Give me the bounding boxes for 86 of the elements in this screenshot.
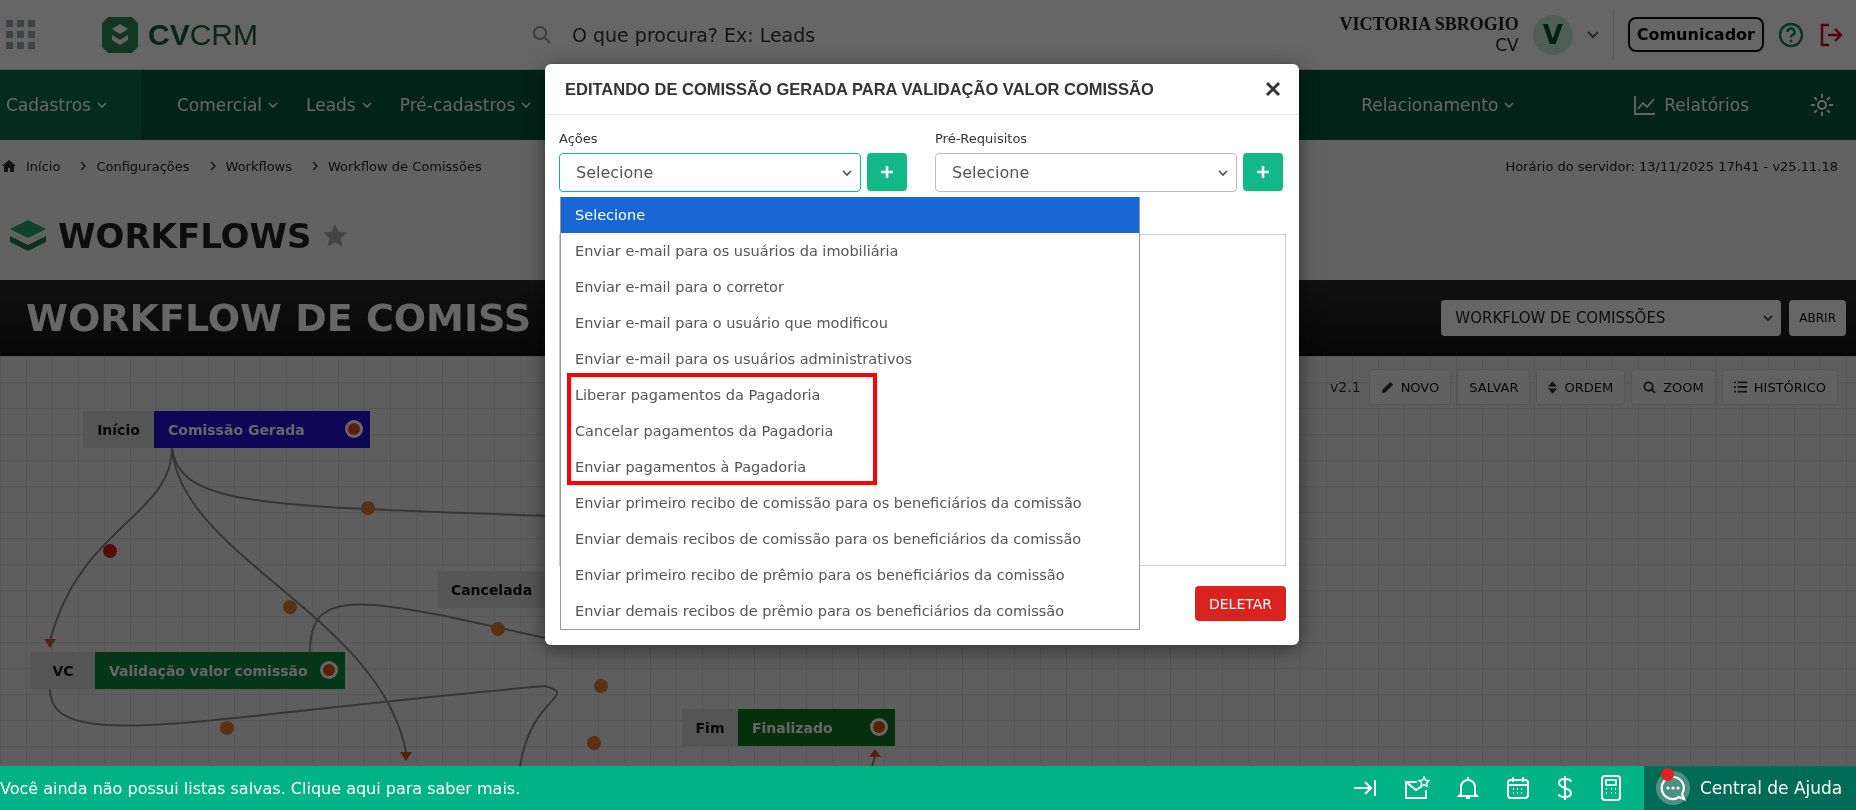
mail-star-icon[interactable] (1404, 776, 1430, 800)
breadcrumb-link[interactable]: Início (26, 158, 61, 174)
line-chart-icon (1634, 95, 1657, 115)
calculator-icon[interactable] (1600, 775, 1622, 801)
collapse-icon[interactable] (1353, 778, 1377, 798)
search-icon (1643, 380, 1657, 394)
user-name: VICTORIA SBROGIO (1339, 14, 1519, 35)
chevron-down-icon (1218, 169, 1228, 176)
close-icon (1265, 81, 1281, 97)
connector (869, 749, 881, 766)
delete-button[interactable]: DELETAR (1194, 586, 1286, 621)
search-field[interactable]: O que procura? Ex: Leads (570, 22, 1094, 47)
help-icon[interactable] (1778, 21, 1804, 48)
breadcrumb-link[interactable]: Configurações (96, 158, 190, 174)
calendar-icon[interactable] (1506, 776, 1530, 800)
add-button[interactable] (867, 153, 907, 191)
dropdown-option[interactable]: Enviar e-mail para os usuários da imobiliária (561, 233, 1139, 269)
nav-menu-item[interactable]: Comercial (162, 70, 293, 140)
add-button[interactable] (1243, 153, 1283, 191)
chevron-down-icon (521, 102, 532, 108)
nav-menu-item[interactable]: Pré-cadastros (385, 70, 546, 140)
chevron-down-icon (1763, 315, 1774, 321)
chevron-down-icon[interactable] (1586, 30, 1599, 39)
user-role: CV (1495, 35, 1519, 55)
dropdown-option[interactable]: Enviar e-mail para o usuário que modificou (561, 305, 1139, 341)
toolbar-button[interactable]: HISTÓRICO (1721, 369, 1838, 405)
nav-menu-item[interactable]: Cadastros (0, 70, 141, 140)
dropdown-option[interactable]: Enviar e-mail para o corretor (561, 269, 1139, 305)
workflow-node[interactable]: Cancelada (438, 571, 545, 608)
toolbar-button[interactable]: SALVAR (1457, 369, 1531, 405)
sort-icon (1548, 380, 1558, 394)
dropdown-option[interactable]: Cancelar pagamentos da Pagadoria (561, 413, 1139, 449)
logo-text: CVCRM (148, 17, 258, 52)
home-icon (2, 160, 16, 172)
version-label: v2.1 (1330, 379, 1361, 395)
actions-select[interactable]: Selecione (559, 153, 861, 192)
settings-icon[interactable] (1810, 93, 1834, 117)
dropdown-option[interactable]: Enviar primeiro recibo de comissão para os beneficiários da comissão (561, 485, 1139, 521)
list-icon (1733, 381, 1747, 393)
workflow-icon (8, 218, 48, 254)
toolbar-button[interactable]: ZOOM (1631, 369, 1716, 405)
open-button[interactable]: ABRIR (1789, 300, 1846, 336)
logout-icon[interactable] (1818, 21, 1844, 48)
chevron-down-icon (842, 169, 852, 176)
modal-title: EDITANDO DE COMISSÃO GERADA PARA VALIDAÇÃO VALOR COMISSÃO (565, 79, 1154, 99)
nav-menu-item[interactable]: Relacionamento (1347, 70, 1529, 140)
workflow-title: WORKFLOW DE COMISS (26, 296, 532, 340)
breadcrumb-link[interactable]: Workflow de Comissões (328, 158, 482, 174)
dropdown-option[interactable]: Enviar primeiro recibo de prêmio para os beneficiários da comissão (561, 557, 1139, 593)
chevron-down-icon (1504, 102, 1515, 108)
search-icon (532, 24, 552, 45)
dropdown-option[interactable]: Enviar demais recibos de comissão para os beneficiários da comissão (561, 521, 1139, 557)
chevron-down-icon (361, 102, 372, 108)
bell-icon[interactable] (1457, 776, 1479, 800)
page-title: WORKFLOWS (58, 216, 312, 256)
logo-icon (100, 14, 140, 55)
toolbar-button[interactable]: ORDEM (1536, 369, 1626, 405)
nav-menu-item[interactable]: Leads (292, 70, 386, 140)
field-label: Pré-Requisitos (935, 131, 1029, 146)
star-icon[interactable] (321, 223, 348, 249)
reports-link[interactable]: Relatórios (1628, 94, 1755, 116)
chevron-right-icon (80, 161, 87, 171)
communicator-button[interactable]: Comunicador (1627, 17, 1764, 52)
field-label: Ações (559, 131, 599, 146)
prerequisites-select[interactable]: Selecione (935, 153, 1237, 192)
apps-grid-icon[interactable] (6, 19, 36, 50)
chevron-right-icon (209, 161, 216, 171)
breadcrumb-link[interactable]: Workflows (225, 158, 292, 174)
dropdown-option[interactable]: Selecione (561, 197, 1139, 233)
close-button[interactable] (1263, 79, 1283, 99)
plus-icon (1256, 165, 1270, 179)
plus-icon (880, 165, 894, 179)
saved-lists-message[interactable]: Você ainda não possui listas salvas. Clique aqui para saber mais. (0, 778, 521, 798)
user-avatar[interactable]: V (1532, 14, 1573, 55)
dollar-icon[interactable] (1557, 775, 1573, 801)
dropdown-option[interactable]: Enviar e-mail para os usuários administrativos (561, 341, 1139, 377)
chat-icon (1656, 771, 1690, 805)
help-center-button[interactable]: Central de Ajuda (1644, 766, 1856, 810)
pencil-icon (1380, 380, 1394, 394)
chevron-down-icon (96, 102, 107, 108)
workflow-select[interactable]: WORKFLOW DE COMISSÕES (1441, 300, 1782, 336)
server-time: Horário do servidor: 13/11/2025 17h41 - v25.11.18 (1505, 158, 1838, 174)
chevron-right-icon (312, 161, 318, 171)
toolbar-button[interactable]: NOVO (1368, 369, 1452, 405)
chevron-down-icon (268, 102, 279, 108)
dropdown-option[interactable]: Enviar demais recibos de prêmio para os beneficiários da comissão (561, 593, 1139, 629)
